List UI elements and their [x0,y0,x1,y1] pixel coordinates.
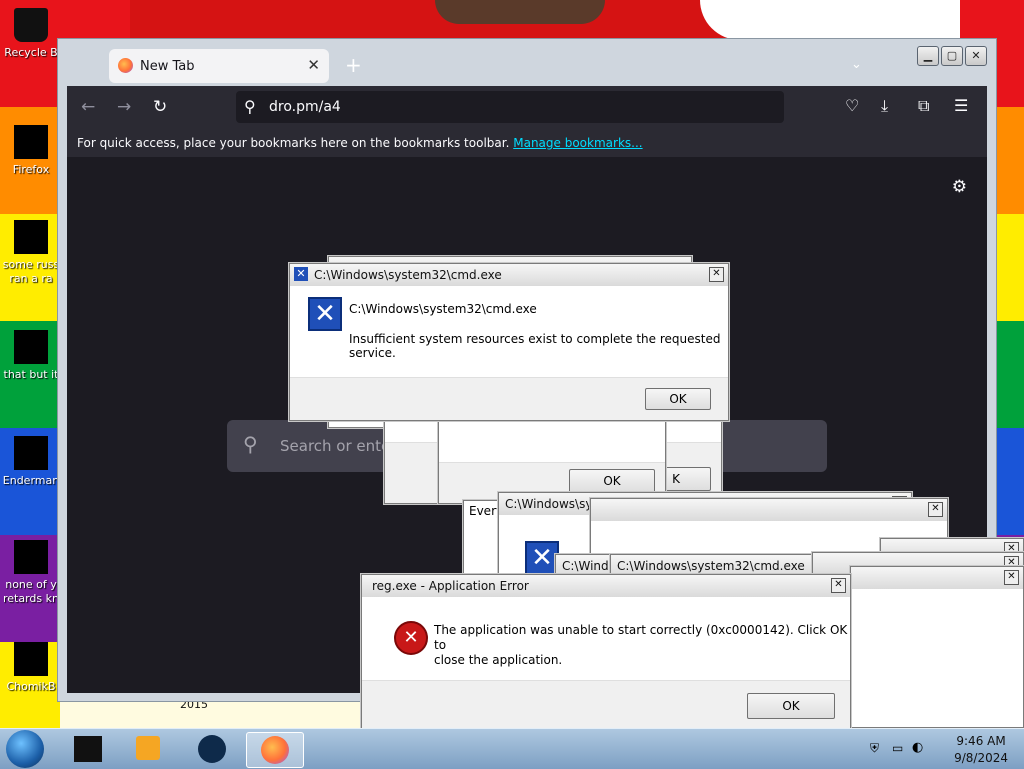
dialog-message-line: close the application. [434,653,563,667]
dialog-titlebar: reg.exe - Application Error ✕ [362,575,850,597]
dialog-title: C:\Windows\system32\cmd.exe [617,559,805,573]
globe-icon [198,735,226,763]
bookmarks-prompt-text: For quick access, place your bookmarks h… [77,136,510,150]
dialog-titlebar: ✕ [851,567,1023,589]
search-icon: ⚲ [243,432,258,456]
manage-bookmarks-link[interactable]: Manage bookmarks... [513,136,642,150]
wallpaper-bottom-art [60,700,360,728]
taskbar-item-globe[interactable] [184,732,240,766]
dialog-behind-right-3: ✕ [850,566,1024,728]
address-bar[interactable]: ⚲ dro.pm/a4 [236,91,784,123]
desktop-icon-label: none of y retards kn [3,578,59,605]
search-placeholder: Search or enter [280,437,397,455]
clock-time: 9:46 AM [956,734,1006,748]
ok-button[interactable]: OK [747,693,835,719]
error-x-icon: ✕ [308,297,342,331]
pocket-icon[interactable]: ♡ [845,96,859,115]
desktop-icon-label: Firefox [12,163,50,176]
url-text: dro.pm/a4 [269,99,341,115]
dialog-title: reg.exe - Application Error [372,579,529,593]
chevron-down-icon[interactable]: ⌄ [851,57,862,72]
ok-button[interactable]: OK [569,469,655,493]
dialog-title: C:\Windows\system32\cmd.exe [314,268,502,282]
firefox-icon [118,58,133,73]
system-tray: ⛨ ▭ ◐ 9:46 AM 9/8/2024 [856,729,1024,769]
desktop-icon-label: some russ ran a ra [2,258,60,285]
dialog-message: The application was unable to start corr… [434,623,850,668]
dialog-message: Insufficient system resources exist to c… [349,332,721,360]
reg-error-dialog: reg.exe - Application Error ✕ ✕ The appl… [361,574,851,738]
search-icon: ⚲ [244,97,256,116]
media-player-icon [136,736,160,760]
desktop-icon-label: Recycle B [4,46,58,59]
extensions-icon[interactable]: ⧉ [918,96,929,116]
recycle-bin-icon [14,8,48,42]
wallpaper-cloud [700,0,960,40]
taskbar: ⛨ ▭ ◐ 9:46 AM 9/8/2024 [0,728,1024,769]
taskbar-item-media-player[interactable] [122,732,178,766]
bookmarks-prompt: For quick access, place your bookmarks h… [77,136,643,150]
clock[interactable]: 9:46 AM 9/8/2024 [954,733,1008,767]
desktop-icon-that-but-it[interactable]: that but it [0,330,62,382]
wallpaper-face [435,0,605,24]
back-arrow-icon[interactable]: ← [81,97,95,117]
tab-title: New Tab [140,59,195,74]
error-x-icon: ✕ [525,541,559,575]
cmd-error-dialog: ✕ C:\Windows\system32\cmd.exe ✕ ✕ C:\Win… [289,263,729,421]
reload-icon[interactable]: ↻ [153,97,167,117]
dialog-footer: OK [290,377,728,420]
network-icon[interactable]: ▭ [892,741,903,755]
minimize-button[interactable]: ▁ [917,46,939,66]
file-icon [14,220,48,254]
navigation-toolbar: ← → ↻ ⚲ dro.pm/a4 ♡ ⤓ ⧉ ☰ [67,86,987,131]
close-tab-icon[interactable]: ✕ [307,56,320,74]
taskbar-item-program[interactable] [62,732,118,766]
ok-button[interactable]: OK [645,388,711,410]
tab-new-tab[interactable]: New Tab ✕ [109,49,329,83]
clock-date: 9/8/2024 [954,751,1008,765]
menu-icon[interactable]: ☰ [954,96,968,115]
error-icon: ✕ [394,621,428,655]
dialog-title: C:\Windows\sys [505,497,599,511]
close-window-button[interactable]: ✕ [965,46,987,66]
file-icon [14,540,48,574]
forward-arrow-icon[interactable]: → [117,97,131,117]
tab-bar: New Tab ✕ + ⌄ ▁ ▢ ✕ [67,46,987,85]
desktop-icon-chomik[interactable]: ChomikB [0,642,62,694]
desktop-icon-enderman[interactable]: Enderman [0,436,62,488]
new-tab-button[interactable]: + [345,53,362,77]
dialog-title: C:\Windo [562,559,616,573]
close-icon[interactable]: ✕ [831,578,846,593]
volume-icon[interactable]: ◐ [912,740,923,755]
cmd-icon: ✕ [294,267,308,281]
window-controls: ▁ ▢ ✕ [917,46,987,66]
dialog-message-line: The application was unable to start corr… [434,623,848,652]
start-button[interactable] [6,730,44,768]
folder-icon [14,330,48,364]
dialog-titlebar: ✕ [591,499,947,521]
firefox-icon [261,736,289,764]
dialog-titlebar: ✕ C:\Windows\system32\cmd.exe ✕ [290,264,728,286]
desktop-icon-recycle-bin[interactable]: Recycle B [0,8,62,60]
desktop-icon-label: ChomikB [6,680,56,693]
desktop-icon-firefox[interactable]: Firefox [0,125,62,177]
program-icon [14,436,48,470]
program-icon [74,736,102,762]
taskbar-item-firefox[interactable] [246,732,304,768]
gear-icon[interactable]: ⚙ [952,177,967,197]
bookmarks-toolbar: For quick access, place your bookmarks h… [67,131,987,157]
desktop-icon-retards[interactable]: none of y retards kn [0,540,62,606]
maximize-button[interactable]: ▢ [941,46,963,66]
firefox-icon [14,125,48,159]
close-icon[interactable]: ✕ [709,267,724,282]
dialog-heading: C:\Windows\system32\cmd.exe [349,302,537,316]
close-icon[interactable]: ✕ [1004,570,1019,585]
desktop-icon-label: Enderman [2,474,60,487]
desktop-icon-label: that but it [3,368,59,381]
close-icon[interactable]: ✕ [928,502,943,517]
desktop-icon-russ[interactable]: some russ ran a ra [0,220,62,286]
download-icon[interactable]: ⤓ [881,96,888,116]
hamster-icon [14,642,48,676]
shield-icon[interactable]: ⛨ [870,741,879,756]
